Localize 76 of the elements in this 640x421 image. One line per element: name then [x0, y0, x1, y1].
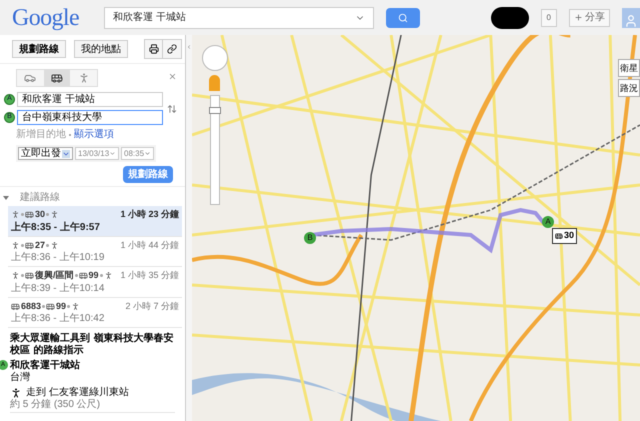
route-times: 上午8:35 - 上午9:57 — [11, 222, 101, 234]
print-button[interactable] — [145, 40, 163, 58]
step-text: 走到 仁友客運綠川東站 — [26, 387, 129, 399]
walking-person-icon — [50, 240, 60, 250]
link-button[interactable] — [163, 40, 181, 58]
route-option[interactable]: 27 1 小時 44 分鐘 上午8:36 - 上午10:19 — [8, 236, 182, 267]
route-times: 上午8:36 - 上午10:42 — [11, 313, 106, 325]
collapse-triangle-icon[interactable] — [3, 196, 9, 200]
step-detail: 約 5 分鐘 (350 公尺) — [10, 399, 102, 411]
collapse-panel-icon[interactable] — [186, 43, 192, 51]
walking-person-icon — [11, 210, 20, 220]
bus-icon — [46, 302, 56, 311]
dropdown-caret-icon — [109, 150, 116, 157]
walking-person-icon — [104, 271, 113, 280]
route-times: 上午8:36 - 上午10:19 — [11, 252, 106, 264]
route-duration: 2 小時 7 分鐘 — [125, 300, 179, 312]
location-input-field[interactable]: 和欣客運 干城站 — [17, 92, 163, 107]
walking-person-icon — [11, 240, 20, 250]
walking-person-icon — [71, 302, 80, 311]
zoom-slider-thumb[interactable] — [209, 106, 221, 114]
print-icon — [148, 44, 158, 54]
swap-icon[interactable] — [167, 104, 177, 114]
section-title: 建議路線 — [20, 190, 60, 205]
bus-icon — [78, 271, 88, 280]
route-times: 上午8:39 - 上午10:14 — [11, 282, 106, 294]
link-icon — [167, 44, 177, 54]
travel-mode-tab[interactable] — [44, 70, 70, 86]
bus-icon — [555, 232, 563, 240]
bus-line-label: 99 — [56, 300, 66, 312]
start-region: 台灣 — [10, 372, 31, 384]
bus-line-tag: 30 — [552, 228, 578, 244]
car-icon — [24, 72, 36, 84]
toolbar-button[interactable]: 我的地點 — [74, 40, 128, 58]
notification-count-button[interactable]: 0 — [540, 8, 557, 26]
time-field[interactable]: 08:35 — [121, 147, 154, 160]
google-logo[interactable]: Google — [12, 0, 92, 36]
route-option[interactable]: 復興/區間 99 1 小時 35 分鐘 上午8:39 - 上午10:14 — [8, 267, 182, 298]
dropdown-caret-icon — [144, 150, 152, 157]
search-field[interactable]: 和欣客運 干城站 — [104, 6, 374, 28]
bus-icon — [25, 271, 34, 280]
route-option[interactable]: 30 1 小時 23 分鐘 上午8:35 - 上午9:57 — [8, 206, 182, 236]
bus-icon — [51, 72, 63, 84]
pegman-icon[interactable] — [209, 75, 220, 91]
plus-icon — [574, 13, 583, 22]
satellite-button[interactable]: 衛星 — [618, 59, 640, 77]
route-duration: 1 小時 35 分鐘 — [120, 269, 179, 282]
route-duration: 1 小時 23 分鐘 — [120, 208, 179, 221]
directions-heading: 乘大眾運輸工具到 嶺東科技大學春安校區 的路線指示 — [10, 333, 174, 357]
bus-icon — [11, 302, 20, 311]
zoom-slider[interactable] — [210, 95, 220, 205]
route-duration: 1 小時 44 分鐘 — [120, 238, 179, 252]
walking-person-icon — [78, 72, 90, 84]
start-stop-name: 和欣客運干城站 — [10, 360, 80, 372]
share-button[interactable]: 分享 — [569, 8, 610, 26]
bus-line-label: 27 — [35, 238, 46, 252]
bus-icon — [25, 210, 34, 220]
bus-icon — [25, 240, 34, 250]
location-input-field[interactable]: 台中嶺東科技大學 — [17, 110, 163, 125]
route-option[interactable]: 6883 99 2 小時 7 分鐘 上午8:36 - 上午10:42 — [8, 298, 182, 328]
search-button[interactable] — [386, 8, 420, 28]
close-icon[interactable] — [168, 72, 177, 81]
walking-person-icon — [11, 271, 20, 280]
bus-line-label: 6883 — [21, 300, 42, 312]
dropdown-caret-icon — [62, 150, 70, 158]
avatar-icon[interactable] — [622, 8, 640, 28]
walking-person-icon — [50, 210, 60, 220]
traffic-button[interactable]: 路況 — [618, 79, 640, 97]
departure-select[interactable]: 立即出發 — [18, 147, 73, 160]
bus-line-label: 復興/區間 — [35, 269, 74, 282]
date-field[interactable]: 13/03/13 — [75, 147, 119, 160]
bus-line-label: 30 — [35, 208, 46, 221]
walking-person-icon — [10, 387, 22, 399]
show-options-link[interactable]: 顯示選項 — [74, 127, 114, 142]
search-icon — [398, 12, 408, 22]
toolbar-button[interactable]: 規劃路線 — [12, 40, 66, 58]
bus-line-label: 99 — [88, 269, 99, 282]
